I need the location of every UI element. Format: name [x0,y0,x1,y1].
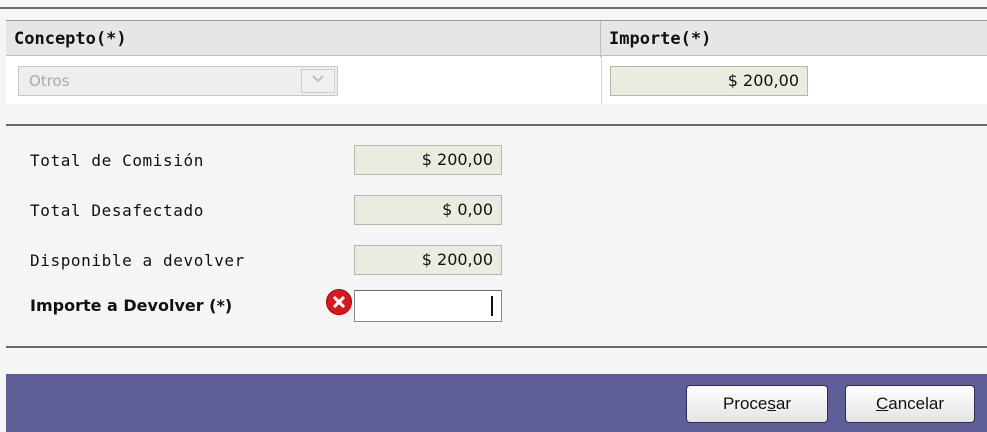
column-header-importe: Importe(*) [609,29,712,49]
importe-devolver-input[interactable] [354,290,502,322]
text-caret [491,296,493,316]
column-divider [601,56,602,104]
cancelar-accelerator: C [875,394,889,413]
total-desafectado-field: $ 0,00 [354,195,502,225]
concepto-select-value: Otros [29,72,70,90]
cancelar-label-end: ancelar [888,394,945,413]
concept-amount-table: Concepto(*) Importe(*) Otros $ 200,00 [6,20,987,104]
total-desafectado-label: Total Desafectado [30,201,204,220]
procesar-button[interactable]: Procesar [686,385,828,423]
importe-devolver-label: Importe a Devolver (*) [30,296,233,315]
chevron-down-icon[interactable] [301,69,335,93]
disponible-label: Disponible a devolver [30,251,245,270]
importe-field: $ 200,00 [610,66,808,96]
procesar-label-end: ar [775,394,792,413]
procesar-label-start: Proce [722,394,768,413]
section-divider [6,124,987,126]
concepto-select[interactable]: Otros [18,66,338,96]
table-header-row: Concepto(*) Importe(*) [6,20,987,57]
total-comision-field: $ 200,00 [354,145,502,175]
cancelar-button[interactable]: Cancelar [845,385,975,423]
bottom-divider [6,346,987,348]
disponible-field: $ 200,00 [354,245,502,275]
column-header-concepto: Concepto(*) [6,21,601,57]
error-x-icon [326,289,352,315]
procesar-accelerator: s [767,394,776,413]
total-comision-label: Total de Comisión [30,151,204,170]
action-bar: Procesar Cancelar [6,374,987,432]
top-divider [0,7,987,9]
